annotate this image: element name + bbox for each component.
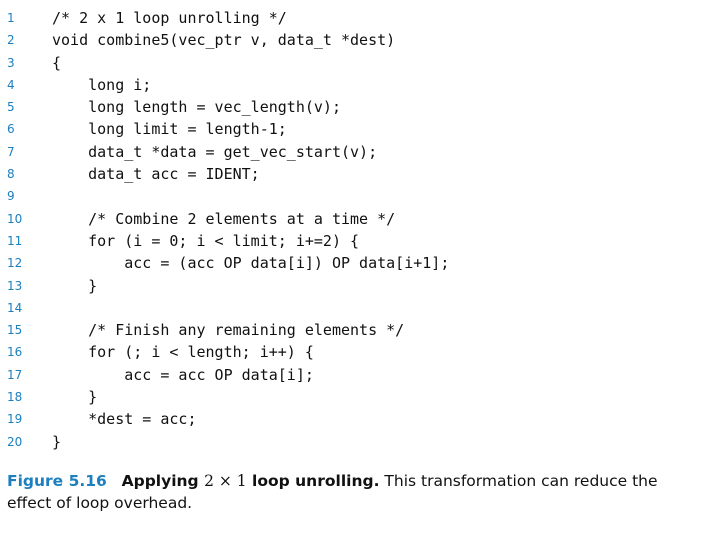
line-number: 13: [7, 278, 23, 293]
code-text: acc = acc OP data[i];: [52, 365, 314, 384]
code-text: data_t *data = get_vec_start(v);: [52, 142, 378, 161]
code-line: 13 }: [0, 275, 718, 297]
code-line: 15 /* Finish any remaining elements */: [0, 319, 718, 341]
code-line: 6 long limit = length-1;: [0, 118, 718, 140]
code-text: long length = vec_length(v);: [52, 98, 341, 117]
code-text: }: [52, 276, 98, 295]
code-text: /* Finish any remaining elements */: [52, 321, 405, 340]
code-line: 19 *dest = acc;: [0, 408, 718, 430]
code-line: 7 data_t *data = get_vec_start(v);: [0, 141, 718, 163]
code-text: for (; i < length; i++) {: [52, 343, 314, 362]
line-number: 6: [7, 122, 15, 137]
code-line: 11 for (i = 0; i < limit; i+=2) {: [0, 230, 718, 252]
figure-caption: Figure 5.16 Applying 2 × 1 loop unrollin…: [7, 470, 697, 514]
code-text: acc = (acc OP data[i]) OP data[i+1];: [52, 254, 450, 273]
line-number: 2: [7, 33, 15, 48]
code-line: 9: [0, 185, 718, 207]
line-number: 7: [7, 144, 15, 159]
line-number: 11: [7, 233, 23, 248]
line-number: 18: [7, 390, 23, 405]
code-line: 20}: [0, 431, 718, 453]
code-line: 12 acc = (acc OP data[i]) OP data[i+1];: [0, 252, 718, 274]
code-line: 1 /* 2 x 1 loop unrolling */: [0, 7, 718, 29]
code-line: 10 /* Combine 2 elements at a time */: [0, 208, 718, 230]
line-number: 20: [7, 434, 23, 449]
code-line: 17 acc = acc OP data[i];: [0, 364, 718, 386]
code-text: for (i = 0; i < limit; i+=2) {: [52, 231, 360, 250]
code-line: 16 for (; i < length; i++) {: [0, 341, 718, 363]
line-number: 12: [7, 256, 23, 271]
code-text: /* 2 x 1 loop unrolling */: [52, 9, 287, 27]
figure-title: Applying 2 × 1 loop unrolling.: [122, 472, 380, 490]
line-number: 10: [7, 211, 23, 226]
code-text: data_t acc = IDENT;: [52, 165, 260, 184]
code-text: /* Combine 2 elements at a time */: [52, 209, 396, 228]
code-text: }: [52, 432, 62, 451]
code-line: 3{: [0, 52, 718, 74]
line-number: 17: [7, 367, 23, 382]
code-text: *dest = acc;: [52, 410, 197, 429]
figure-title-prefix: Applying: [121, 472, 205, 490]
code-line: 2 void combine5(vec_ptr v, data_t *dest): [0, 29, 718, 51]
code-line: 5 long length = vec_length(v);: [0, 96, 718, 118]
line-number: 3: [7, 55, 15, 70]
code-listing: 1 /* 2 x 1 loop unrolling */ 2 void combine…: [0, 7, 718, 453]
code-line: 4 long i;: [0, 74, 718, 96]
line-number: 9: [7, 189, 15, 204]
code-text: long i;: [52, 75, 152, 94]
line-number: 4: [7, 77, 15, 92]
line-number: 16: [7, 345, 23, 360]
line-number: 1: [7, 11, 15, 25]
line-number: 14: [7, 300, 23, 315]
line-number: 5: [7, 100, 15, 115]
code-text: {: [52, 53, 62, 72]
figure-label: Figure 5.16: [7, 472, 107, 490]
line-number: 8: [7, 167, 15, 182]
line-number: 19: [7, 412, 23, 427]
figure-title-math: 2 × 1: [204, 472, 247, 490]
code-line: 14: [0, 297, 718, 319]
line-number: 15: [7, 323, 23, 338]
code-text: }: [52, 388, 98, 407]
code-line: 18 }: [0, 386, 718, 408]
code-line: 8 data_t acc = IDENT;: [0, 163, 718, 185]
code-text: long limit = length-1;: [52, 120, 287, 139]
figure-title-suffix: loop unrolling.: [246, 472, 380, 490]
code-text: void combine5(vec_ptr v, data_t *dest): [52, 31, 396, 50]
